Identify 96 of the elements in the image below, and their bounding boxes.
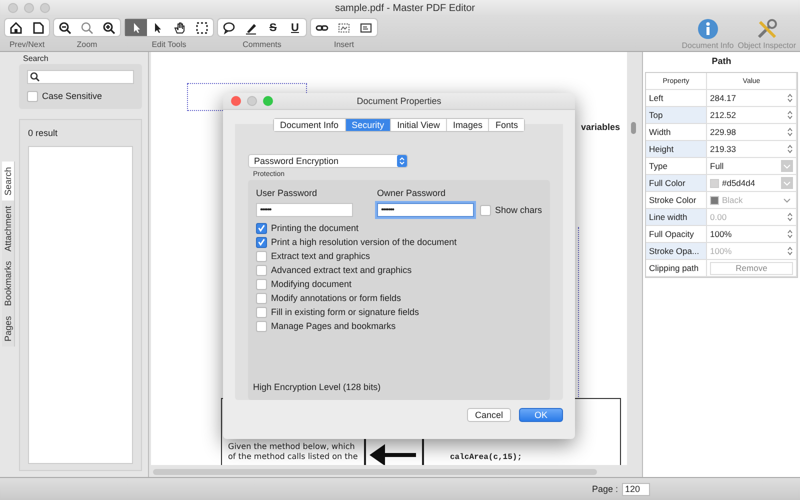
image-icon [337,20,351,34]
toolbar-label: Comments [242,40,282,49]
field-label: Owner Password [377,188,447,198]
tab[interactable]: Document Info [274,119,346,131]
number-field[interactable]: 219.33 [707,141,797,157]
property-name: Left [646,90,707,106]
property-name: Top [646,107,707,123]
property-name: Line width [646,209,707,225]
checkbox[interactable] [256,278,267,290]
checkbox-label: Advanced extract text and graphics [271,265,412,275]
result-count: 0 result [28,128,59,138]
text-field-icon [359,20,373,34]
stepper-arrows-icon [787,127,793,137]
checkbox-label: Show chars [495,205,542,215]
number-field[interactable]: 212.52 [707,107,797,123]
type-dropdown[interactable]: Full [707,158,797,174]
panel-title: Path [710,56,732,68]
search-field[interactable] [27,70,134,84]
number-field[interactable]: 229.98 [707,124,797,140]
document-text: Given the method below, which of the method calls listed on the [228,441,358,462]
checkbox[interactable] [27,90,38,102]
number-field[interactable]: 100% [707,226,797,242]
hand-icon [173,20,187,34]
page-label: Page : [592,484,618,494]
scroll-bar[interactable] [153,469,597,475]
checkbox-label: Case Sensitive [42,91,102,101]
stepper-arrows-icon [787,229,793,239]
checkbox-label: Modifying document [271,279,352,289]
document-text: variables [581,122,620,132]
property-name: Clipping path [646,260,707,276]
toolbar-label: Insert [334,40,354,49]
checkbox[interactable] [256,222,267,234]
checkbox-label: Print a high resolution version of the document [271,237,457,247]
code-text: calcArea(c,15); [450,453,522,462]
stepper-arrows-icon [397,155,407,167]
checkbox-label: Printing the document [271,223,359,233]
side-tab[interactable]: Pages [2,311,15,347]
toolbar-label: Object Inspector [738,41,796,50]
checkbox[interactable] [480,204,491,216]
property-name: Width [646,124,707,140]
property-name: Full Color [646,175,707,191]
underline-button[interactable]: U [284,19,306,36]
info-icon[interactable] [696,18,719,40]
window-title: sample.pdf - Master PDF Editor [334,2,476,14]
stepper-arrows-icon [787,110,793,120]
page-number-field[interactable]: 120 [622,482,650,496]
side-tab[interactable]: Bookmarks [2,256,15,312]
checkbox[interactable] [256,250,267,262]
strikethrough-button[interactable]: S [262,19,284,36]
stepper-arrows-icon [787,144,793,154]
encryption-level-text: High Encryption Level (128 bits) [253,382,381,392]
scroll-bar[interactable] [631,122,636,134]
remove-button[interactable]: Remove [710,262,793,274]
encryption-dropdown[interactable]: Password Encryption [248,154,408,168]
marquee-icon [195,20,209,34]
toolbar-label: Edit Tools [152,40,186,49]
stepper-arrows-icon [787,212,793,222]
zoom-out-icon [58,20,72,34]
speech-bubble-icon [222,20,236,34]
property-name: Stroke Color [646,192,707,208]
checkbox-label: Fill in existing form or signature fields [271,307,420,317]
side-tab[interactable]: Search [2,162,15,201]
wrench-screwdriver-icon[interactable] [756,18,778,40]
property-name: Stroke Opa... [646,243,707,259]
dialog-title: Document Properties [356,96,442,106]
tab[interactable]: Security [346,119,392,131]
property-name: Height [646,141,707,157]
checkbox[interactable] [256,320,267,332]
stepper-arrows-icon [787,246,793,256]
checkbox[interactable] [256,292,267,304]
number-field[interactable]: 284.17 [707,90,797,106]
side-tab[interactable]: Attachment [2,200,15,256]
toolbar-label: Prev/Next [9,40,45,49]
checkbox-label: Modify annotations or form fields [271,293,402,303]
stepper-arrows-icon [787,93,793,103]
cancel-button[interactable]: Cancel [467,408,511,422]
checkbox[interactable] [256,264,267,276]
left-arrow-icon [369,443,419,465]
search-icon [30,72,40,82]
password-field[interactable]: ••••••• [377,203,474,217]
property-name: Type [646,158,707,174]
zoom-in-icon [102,20,116,34]
toolbar-label: Zoom [76,40,98,49]
property-name: Full Opacity [646,226,707,242]
house-icon [9,20,23,34]
color-dropdown[interactable]: #d5d4d4 [707,175,797,191]
field-label: User Password [256,188,318,198]
checkbox-label: Extract text and graphics [271,251,370,261]
panel-title: Search [22,54,50,64]
toolbar-label: Document Info [682,41,734,50]
password-field[interactable]: •••••• [256,203,353,217]
checkbox-label: Manage Pages and bookmarks [271,321,396,331]
checkbox[interactable] [256,306,267,318]
zoom-icon [80,20,94,34]
document-icon [31,20,45,34]
checkbox[interactable] [256,236,267,248]
